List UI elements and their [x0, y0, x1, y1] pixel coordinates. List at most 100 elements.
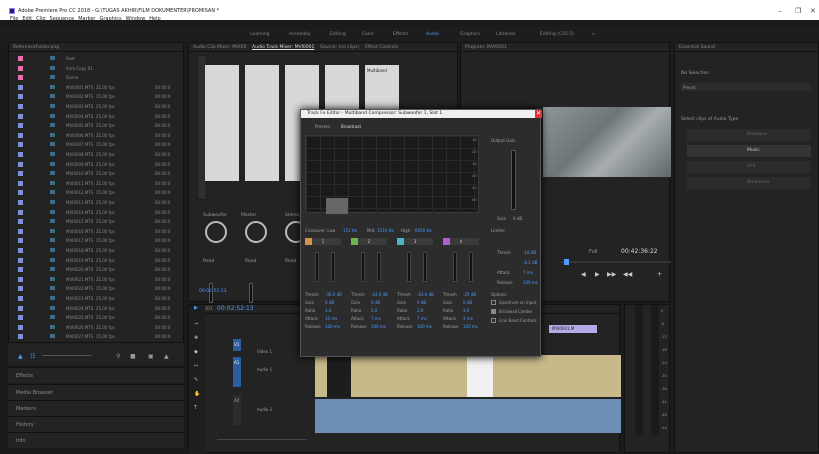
- band-3-release-value[interactable]: 100 ms: [417, 324, 432, 329]
- list-item[interactable]: MVI0016.MTS 25,00 fps 00:00:0: [9, 226, 185, 236]
- list-item[interactable]: MVI0017.MTS 25,00 fps 00:00:0: [9, 235, 185, 245]
- band-2-release-value[interactable]: 100 ms: [371, 324, 386, 329]
- band-3-ratio-value[interactable]: 2.0: [417, 308, 423, 313]
- list-item[interactable]: MVI0026.MTS 25,00 fps 00:00:0: [9, 322, 185, 332]
- workspace-tab-editing-cs5-5-[interactable]: Editing (CS5.5): [540, 32, 574, 37]
- band-1-gain-fader[interactable]: [331, 252, 335, 282]
- media-browser-tab[interactable]: Media Browser: [8, 384, 184, 400]
- trash-icon[interactable]: ▲: [164, 353, 169, 360]
- list-item[interactable]: MVI0020.MTS 25,00 fps 00:00:0: [9, 264, 185, 274]
- band-2-thresh-value[interactable]: -24.0 dB: [371, 292, 388, 297]
- effects-panel-tab[interactable]: Effects: [8, 367, 184, 383]
- insert-slot[interactable]: [245, 65, 279, 181]
- hand-tool-icon[interactable]: ✋: [194, 391, 200, 397]
- add-button[interactable]: +: [657, 271, 662, 278]
- band-2-ratio-value[interactable]: 2.0: [371, 308, 377, 313]
- list-item[interactable]: MVI0025.MTS 25,00 fps 00:00:0: [9, 312, 185, 322]
- program-scrubber[interactable]: [561, 261, 671, 263]
- insert-effect-label[interactable]: Multiband: [367, 68, 387, 73]
- minimize-icon[interactable]: –: [778, 7, 782, 15]
- history-tab[interactable]: History: [8, 416, 184, 432]
- selected-clip[interactable]: [467, 355, 493, 397]
- menu-marker[interactable]: Marker: [78, 16, 95, 22]
- list-item[interactable]: MVI0011.MTS 25,00 fps 00:00:0: [9, 178, 185, 188]
- band-4-gain-value[interactable]: 0 dB: [463, 300, 472, 305]
- preset-dropdown[interactable]: Preset: [681, 83, 811, 91]
- track-target-a2[interactable]: A2: [233, 395, 241, 425]
- program-timecode[interactable]: 00:42:36:22: [621, 248, 658, 255]
- spectrum-checkbox[interactable]: [491, 300, 496, 305]
- track-target-a1[interactable]: A1: [233, 357, 241, 387]
- tab-audio-clip-mixer[interactable]: Audio Clip Mixer: MVI00: [193, 45, 246, 50]
- list-item[interactable]: MVI0013.MTS 25,00 fps 00:00:0: [9, 197, 185, 207]
- list-item[interactable]: MVI0012.MTS 25,00 fps 00:00:0: [9, 187, 185, 197]
- list-item[interactable]: MVI0002.MTS 25,00 fps 00:00:0: [9, 91, 185, 101]
- list-item[interactable]: Item Copy 01: [9, 63, 185, 73]
- crossover-low-value[interactable]: 151 Hz: [343, 228, 357, 233]
- menu-file[interactable]: File: [10, 16, 18, 22]
- new-item-icon[interactable]: ▣: [148, 353, 154, 360]
- markers-tab[interactable]: Markers: [8, 400, 184, 416]
- list-item[interactable]: MVI0001.MTS 25,00 fps 00:00:0: [9, 82, 185, 92]
- list-item[interactable]: MVI0007.MTS 25,00 fps 00:00:0: [9, 139, 185, 149]
- menu-help[interactable]: Help: [149, 16, 160, 22]
- step-forward-button[interactable]: ▶▶: [607, 271, 616, 278]
- workspace-tab-effects[interactable]: Effects: [393, 32, 408, 37]
- menu-window[interactable]: Window: [126, 16, 146, 22]
- volume-fader[interactable]: [249, 283, 253, 303]
- dialogue-button[interactable]: Dialogue: [687, 129, 811, 141]
- workspace-tab-assembly[interactable]: Assembly: [289, 32, 311, 37]
- list-item[interactable]: MVI0014.MTS 25,00 fps 00:00:0: [9, 207, 185, 217]
- workspace-tab-graphics[interactable]: Graphics: [460, 32, 480, 37]
- sfx-button[interactable]: SFX: [687, 161, 811, 173]
- band-1-release-value[interactable]: 100 ms: [325, 324, 340, 329]
- audio-clip-a2[interactable]: [315, 399, 621, 433]
- icon-view-icon[interactable]: ☷: [30, 353, 35, 360]
- playhead[interactable]: [564, 259, 569, 265]
- info-tab[interactable]: Info: [8, 432, 184, 448]
- insert-slot[interactable]: [205, 65, 239, 181]
- tab-source[interactable]: Source: (no clips): [320, 45, 359, 50]
- razor-tool-icon[interactable]: ◆: [194, 349, 198, 355]
- band-2-threshold-fader[interactable]: [361, 252, 365, 282]
- band-4-thresh-value[interactable]: -25 dB: [463, 292, 476, 297]
- band-4-attack-value[interactable]: 3 ms: [463, 316, 473, 321]
- pan-knob[interactable]: [245, 221, 267, 243]
- band-4-release-value[interactable]: 100 ms: [463, 324, 478, 329]
- selection-tool-icon[interactable]: ▶: [194, 305, 198, 311]
- close-icon[interactable]: ✕: [810, 7, 816, 15]
- band-4-ratio-value[interactable]: 3.0: [463, 308, 469, 313]
- list-item[interactable]: MVI0003.MTS 25,00 fps 00:00:0: [9, 101, 185, 111]
- track-select-tool-icon[interactable]: →: [194, 321, 198, 327]
- tab-effect-controls[interactable]: Effect Controls: [365, 45, 398, 50]
- menu-clip[interactable]: Clip: [36, 16, 45, 22]
- workspace-tab-learning[interactable]: Learning: [250, 32, 270, 37]
- workspace-tab-audio[interactable]: Audio: [426, 32, 439, 37]
- band-3-attack-value[interactable]: 7 ms: [417, 316, 427, 321]
- list-view-icon[interactable]: ▲: [18, 353, 23, 360]
- workspace-tab-color[interactable]: Color: [362, 32, 374, 37]
- menu-edit[interactable]: Edit: [22, 16, 32, 22]
- pen-tool-icon[interactable]: ✎: [194, 377, 198, 383]
- band-2-gain-value[interactable]: 0 dB: [371, 300, 380, 305]
- band-3-threshold-fader[interactable]: [407, 252, 411, 282]
- limiter-margin-value[interactable]: -0.1 dB: [523, 260, 537, 265]
- wrench-icon[interactable]: [601, 249, 605, 250]
- band-1-threshold-fader[interactable]: [315, 252, 319, 282]
- play-button[interactable]: ▶: [595, 271, 600, 278]
- list-item[interactable]: MVI0010.MTS 25,00 fps 00:00:0: [9, 168, 185, 178]
- limiter-release-value[interactable]: 100 ms: [523, 280, 538, 285]
- ambience-button[interactable]: Ambience: [687, 177, 811, 189]
- pan-knob[interactable]: [205, 221, 227, 243]
- timeline-timecode[interactable]: 00:02:52:13: [217, 305, 254, 312]
- limiter-attack-value[interactable]: 7 ms: [523, 270, 533, 275]
- video-clip[interactable]: MVI0001.M: [549, 325, 597, 333]
- band-3-gain-fader[interactable]: [423, 252, 427, 282]
- ripple-tool-icon[interactable]: ✥: [194, 335, 198, 341]
- list-item[interactable]: MVI0018.MTS 25,00 fps 00:00:0: [9, 245, 185, 255]
- step-back-button[interactable]: ◀: [581, 271, 586, 278]
- music-button[interactable]: Music: [687, 145, 811, 157]
- limiter-thresh-value[interactable]: -10 dB: [523, 250, 536, 255]
- list-item[interactable]: MVI0005.MTS 25,00 fps 00:00:0: [9, 120, 185, 130]
- crossover-mid-value[interactable]: 1510 Hz: [377, 228, 394, 233]
